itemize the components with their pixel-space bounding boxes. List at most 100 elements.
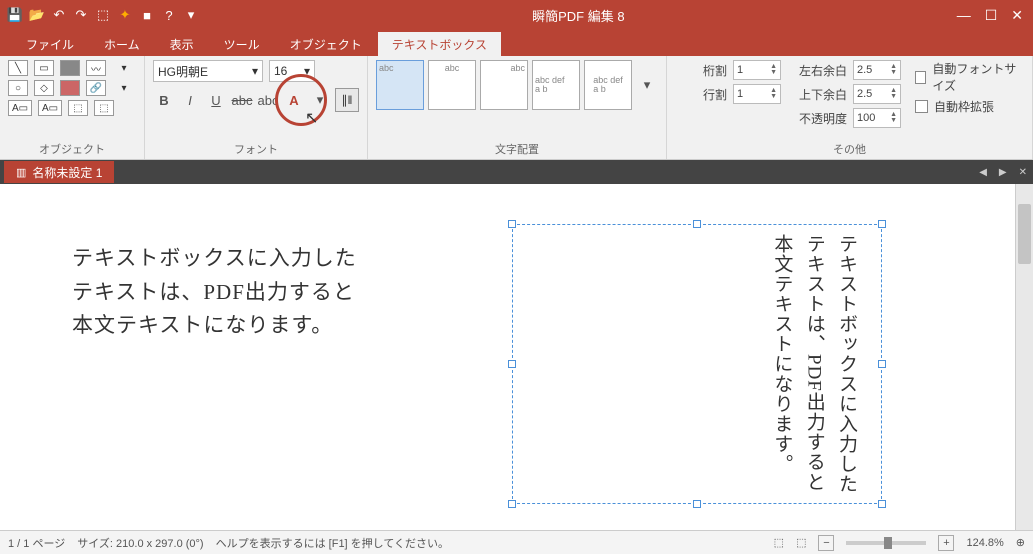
lr-margin-spin[interactable]: 2.5▲▼ — [853, 60, 901, 80]
status-help: ヘルプを表示するには [F1] を押してください。 — [216, 535, 449, 551]
status-size: サイズ: 210.0 x 297.0 (0°) — [77, 535, 203, 551]
fill-icon[interactable] — [60, 80, 80, 96]
textbox2-icon[interactable]: A▭ — [38, 100, 62, 116]
page-icon: ▥ — [16, 166, 26, 179]
resize-handle-ne[interactable] — [878, 220, 886, 228]
scrollbar-thumb[interactable] — [1018, 204, 1031, 264]
ribbon-group-other: 桁割 1▲▼ 行割 1▲▼ 左右余白 2.5▲▼ 上下余白 2.5▲▼ 不透明度 100▲… — [667, 56, 1033, 159]
font-size-select[interactable]: 16▾ — [269, 60, 315, 82]
col-split-spin[interactable]: 1▲▼ — [733, 60, 781, 80]
resize-handle-sw[interactable] — [508, 500, 516, 508]
save-icon[interactable]: 💾 — [6, 6, 24, 24]
tab-file[interactable]: ファイル — [12, 32, 88, 56]
zoom-out-button[interactable]: − — [818, 535, 834, 551]
group-label-other: その他 — [675, 141, 1024, 157]
fit-width-icon[interactable]: ⬚ — [796, 536, 806, 549]
resize-handle-nw[interactable] — [508, 220, 516, 228]
tab-close[interactable]: ✕ — [1013, 167, 1033, 178]
tab-view[interactable]: 表示 — [156, 32, 208, 56]
caps-button[interactable]: abc — [257, 89, 279, 111]
opacity-spin[interactable]: 100▲▼ — [853, 108, 901, 128]
auto-fit-check[interactable]: 自動枠拡張 — [915, 98, 1024, 115]
row-split-label: 行割 — [675, 86, 727, 103]
minimize-button[interactable]: — — [957, 7, 971, 24]
textbox-icon[interactable]: A▭ — [8, 100, 32, 116]
maximize-button[interactable]: ☐ — [985, 7, 998, 24]
group-label-object: オブジェクト — [39, 141, 105, 157]
link-icon[interactable]: 🔗 — [86, 80, 106, 96]
tab-prev[interactable]: ◀ — [973, 167, 993, 178]
status-bar: 1 / 1 ページ サイズ: 210.0 x 297.0 (0°) ヘルプを表示… — [0, 530, 1033, 554]
tb-margin-spin[interactable]: 2.5▲▼ — [853, 84, 901, 104]
app-title: 瞬簡PDF 編集 8 — [200, 6, 957, 25]
diamond-icon[interactable]: ◇ — [34, 80, 54, 96]
tab-textbox[interactable]: テキストボックス — [378, 32, 501, 56]
selected-textbox[interactable]: テキストボックスに入力したテキストは、PDF出力すると本文テキストになります。 — [512, 224, 882, 504]
open-icon[interactable]: 📂 — [28, 6, 46, 24]
lr-margin-label: 左右余白 — [795, 62, 847, 79]
resize-handle-s[interactable] — [693, 500, 701, 508]
document-tab[interactable]: ▥ 名称未設定 1 — [4, 161, 114, 183]
align-mid-left[interactable]: abc def a b — [532, 60, 580, 110]
rect-icon[interactable]: ▭ — [34, 60, 54, 76]
resize-handle-e[interactable] — [878, 360, 886, 368]
align-top-right[interactable]: abc — [480, 60, 528, 110]
dropdown-icon[interactable]: ▾ — [182, 6, 200, 24]
obj-more-1[interactable]: ▾ — [112, 60, 136, 76]
stamp-icon[interactable]: ⬚ — [68, 100, 88, 116]
vertical-scrollbar[interactable] — [1015, 184, 1033, 530]
ribbon-tabs: ファイル ホーム 表示 ツール オブジェクト テキストボックス — [0, 30, 1033, 56]
status-page: 1 / 1 ページ — [8, 535, 65, 551]
tab-home[interactable]: ホーム — [90, 32, 154, 56]
circle-icon[interactable]: ○ — [8, 80, 28, 96]
zoom-slider[interactable] — [846, 541, 926, 545]
obj-more-2[interactable]: ▾ — [112, 80, 136, 96]
redo-icon[interactable]: ↷ — [72, 6, 90, 24]
doc-title: 名称未設定 1 — [32, 164, 102, 181]
chevron-down-icon: ▾ — [252, 64, 258, 78]
italic-button[interactable]: I — [179, 89, 201, 111]
stop-icon[interactable]: ■ — [138, 6, 156, 24]
help-icon[interactable]: ? — [160, 6, 178, 24]
group-label-font: フォント — [234, 141, 278, 157]
tb-margin-label: 上下余白 — [795, 86, 847, 103]
fit-page-icon[interactable]: ⬚ — [774, 536, 784, 549]
align-top-center[interactable]: abc — [428, 60, 476, 110]
col-split-label: 桁割 — [675, 62, 727, 79]
resize-handle-w[interactable] — [508, 360, 516, 368]
tab-tool[interactable]: ツール — [210, 32, 274, 56]
resize-handle-se[interactable] — [878, 500, 886, 508]
font-color-button[interactable]: A — [283, 89, 305, 111]
ribbon-group-font: HG明朝E▾ 16▾ B I U abc abc A ▾ ∥ǁ ↖ フォント — [145, 56, 368, 159]
zoom-thumb[interactable] — [884, 537, 892, 549]
underline-button[interactable]: U — [205, 89, 227, 111]
checkbox-icon — [915, 100, 928, 113]
auto-font-size-check[interactable]: 自動フォントサイズ — [915, 60, 1024, 94]
checkbox-icon — [915, 71, 926, 84]
strike-button[interactable]: abc — [231, 89, 253, 111]
horizontal-text[interactable]: テキストボックスに入力した テキストは、PDF出力すると 本文テキストになります… — [72, 242, 357, 343]
scribble-icon[interactable]: 〰 — [86, 60, 106, 76]
resize-handle-n[interactable] — [693, 220, 701, 228]
font-family-select[interactable]: HG明朝E▾ — [153, 60, 263, 82]
pointer-icon[interactable]: ✦ — [116, 6, 134, 24]
tab-next[interactable]: ▶ — [993, 167, 1013, 178]
zoom-reset-icon[interactable]: ⊕ — [1016, 536, 1025, 549]
fillrect-icon[interactable] — [60, 60, 80, 76]
zoom-in-button[interactable]: + — [938, 535, 954, 551]
row-split-spin[interactable]: 1▲▼ — [733, 84, 781, 104]
image-icon[interactable]: ⬚ — [94, 100, 114, 116]
line-icon[interactable]: ╲ — [8, 60, 28, 76]
undo-icon[interactable]: ↶ — [50, 6, 68, 24]
tab-object[interactable]: オブジェクト — [276, 32, 376, 56]
vertical-text-button[interactable]: ∥ǁ — [335, 88, 359, 112]
align-top-left[interactable]: abc — [376, 60, 424, 110]
align-more[interactable]: ▾ — [636, 74, 658, 96]
vertical-text[interactable]: テキストボックスに入力したテキストは、PDF出力すると本文テキストになります。 — [765, 234, 862, 494]
close-button[interactable]: ✕ — [1011, 7, 1023, 24]
opacity-label: 不透明度 — [795, 110, 847, 127]
align-mid-center[interactable]: abc def a b — [584, 60, 632, 110]
canvas[interactable]: テキストボックスに入力した テキストは、PDF出力すると 本文テキストになります… — [0, 184, 1015, 530]
bold-button[interactable]: B — [153, 89, 175, 111]
tool-icon[interactable]: ⬚ — [94, 6, 112, 24]
